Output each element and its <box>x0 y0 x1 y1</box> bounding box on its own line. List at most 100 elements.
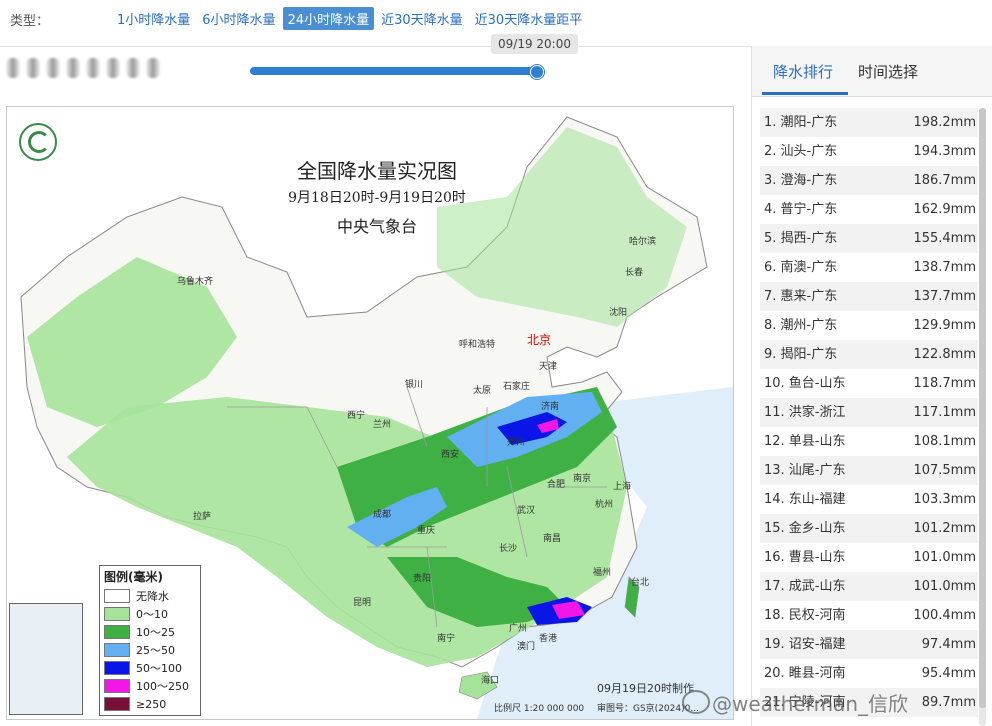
watermark: @weatherman_信欣 <box>682 688 908 717</box>
ranking-station: 12. 单县-山东 <box>764 434 846 449</box>
legend-swatch <box>104 661 130 675</box>
ranking-scrollbar[interactable] <box>979 108 986 726</box>
city-nanjing: 南京 <box>573 474 592 484</box>
city-hongkong: 香港 <box>539 634 558 644</box>
city-taibei: 台北 <box>631 578 650 588</box>
ranking-value: 138.7mm <box>913 260 976 275</box>
city-hangzhou: 杭州 <box>595 500 614 510</box>
city-tianjin: 天津 <box>539 362 558 372</box>
ranking-value: 101.0mm <box>913 550 976 565</box>
map-scale: 比例尺 1:20 000 000 <box>494 704 585 714</box>
ranking-value: 162.9mm <box>913 202 976 217</box>
city-beijing: 北京 <box>527 333 552 347</box>
map-subtitle: 9月18日20时-9月19日20时 <box>288 190 466 206</box>
ranking-value: 137.7mm <box>913 289 976 304</box>
ranking-row[interactable]: 3. 澄海-广东 186.7mm <box>760 166 978 195</box>
city-hefei: 合肥 <box>547 480 566 490</box>
city-changsha: 长沙 <box>499 544 518 554</box>
city-changchun: 长春 <box>625 268 644 278</box>
legend-swatch <box>104 589 130 603</box>
ranking-row[interactable]: 9. 揭阳-广东 122.8mm <box>760 340 978 369</box>
legend-item: 无降水 <box>104 587 196 605</box>
tab-precip-ranking[interactable]: 降水排行 <box>773 61 833 82</box>
city-chongqing: 重庆 <box>417 526 436 536</box>
ranking-row[interactable]: 18. 民权-河南 100.4mm <box>760 601 978 630</box>
made-time: 09月19日20时制作 <box>597 682 694 695</box>
ranking-row[interactable]: 5. 揭西-广东 155.4mm <box>760 224 978 253</box>
active-tab-indicator <box>762 92 848 95</box>
city-macau: 澳门 <box>517 642 536 652</box>
legend-swatch <box>104 679 130 693</box>
tab-1h-precip[interactable]: 1小时降水量 <box>112 7 195 30</box>
ranking-row[interactable]: 7. 惠来-广东 137.7mm <box>760 282 978 311</box>
tab-24h-precip[interactable]: 24小时降水量 <box>282 7 375 30</box>
legend-item: 0～10 <box>104 605 196 623</box>
tab-time-select[interactable]: 时间选择 <box>858 61 918 82</box>
city-xian: 西安 <box>441 450 460 460</box>
legend-item: 100～250 <box>104 677 196 695</box>
ranking-row[interactable]: 10. 鱼台-山东 118.7mm <box>760 369 978 398</box>
city-lanzhou: 兰州 <box>373 420 392 430</box>
ranking-row[interactable]: 13. 汕尾-广东 107.5mm <box>760 456 978 485</box>
type-label: 类型： <box>10 14 50 29</box>
ranking-value: 108.1mm <box>913 434 976 449</box>
city-jinan: 济南 <box>541 402 560 412</box>
ranking-scrollbar-thumb[interactable] <box>979 108 986 708</box>
city-shenyang: 沈阳 <box>609 308 628 318</box>
city-yinchuan: 银川 <box>405 380 424 390</box>
ranking-station: 2. 汕头-广东 <box>764 144 838 159</box>
legend-item: ≥250 <box>104 695 196 713</box>
ranking-station: 7. 惠来-广东 <box>764 289 838 304</box>
ranking-station: 18. 民权-河南 <box>764 608 846 623</box>
city-zhengzhou: 郑州 <box>507 438 526 448</box>
ranking-row[interactable]: 14. 东山-福建 103.3mm <box>760 485 978 514</box>
tab-6h-precip[interactable]: 6小时降水量 <box>197 7 280 30</box>
city-nanning: 南宁 <box>437 634 456 644</box>
ranking-station: 5. 揭西-广东 <box>764 231 838 246</box>
ranking-row[interactable]: 20. 睢县-河南 95.4mm <box>760 659 978 688</box>
map-title: 全国降水量实况图 <box>297 159 457 183</box>
ranking-row[interactable]: 15. 金乡-山东 101.2mm <box>760 514 978 543</box>
legend-swatch <box>104 607 130 621</box>
ranking-value: 101.0mm <box>913 579 976 594</box>
ranking-row[interactable]: 16. 曹县-山东 101.0mm <box>760 543 978 572</box>
ranking-row[interactable]: 4. 普宁-广东 162.9mm <box>760 195 978 224</box>
blurred-thumbnails <box>6 58 160 78</box>
ranking-row[interactable]: 8. 潮州-广东 129.9mm <box>760 311 978 340</box>
city-haikou: 海口 <box>481 676 500 686</box>
ranking-value: 95.4mm <box>921 666 976 681</box>
city-guangzhou: 广州 <box>509 624 528 634</box>
ranking-row[interactable]: 2. 汕头-广东 194.3mm <box>760 137 978 166</box>
legend-item: 25～50 <box>104 641 196 659</box>
ranking-value: 155.4mm <box>913 231 976 246</box>
ranking-value: 97.4mm <box>921 637 976 652</box>
ranking-row[interactable]: 1. 潮阳-广东 198.2mm <box>760 108 978 137</box>
ranking-row[interactable]: 12. 单县-山东 108.1mm <box>760 427 978 456</box>
ranking-row[interactable]: 17. 成武-山东 101.0mm <box>760 572 978 601</box>
ranking-station: 20. 睢县-河南 <box>764 666 846 681</box>
ranking-row[interactable]: 6. 南澳-广东 138.7mm <box>760 253 978 282</box>
time-slider-track[interactable] <box>250 67 538 75</box>
ranking-row[interactable]: 11. 洪家-浙江 117.1mm <box>760 398 978 427</box>
time-slider-handle[interactable] <box>530 65 544 79</box>
ranking-station: 13. 汕尾-广东 <box>764 463 846 478</box>
tab-30d-precip[interactable]: 近30天降水量 <box>376 7 468 30</box>
city-fuzhou: 福州 <box>593 568 612 578</box>
south-china-sea-inset <box>9 603 83 715</box>
ranking-value: 107.5mm <box>913 463 976 478</box>
ranking-value: 186.7mm <box>913 173 976 188</box>
city-shijiazhuang: 石家庄 <box>503 382 531 392</box>
ranking-station: 4. 普宁-广东 <box>764 202 838 217</box>
weibo-icon <box>682 690 710 714</box>
tab-30d-anomaly[interactable]: 近30天降水量距平 <box>470 7 588 30</box>
ranking-row[interactable]: 19. 诏安-福建 97.4mm <box>760 630 978 659</box>
ranking-station: 10. 鱼台-山东 <box>764 376 846 391</box>
legend-swatch <box>104 625 130 639</box>
ranking-value: 198.2mm <box>913 115 976 130</box>
city-hohhot: 呼和浩特 <box>459 340 496 350</box>
ranking-value: 117.1mm <box>913 405 976 420</box>
ranking-value: 103.3mm <box>913 492 976 507</box>
ranking-station: 9. 揭阳-广东 <box>764 347 838 362</box>
ranking-station: 11. 洪家-浙江 <box>764 405 846 420</box>
city-guiyang: 贵阳 <box>413 574 432 584</box>
